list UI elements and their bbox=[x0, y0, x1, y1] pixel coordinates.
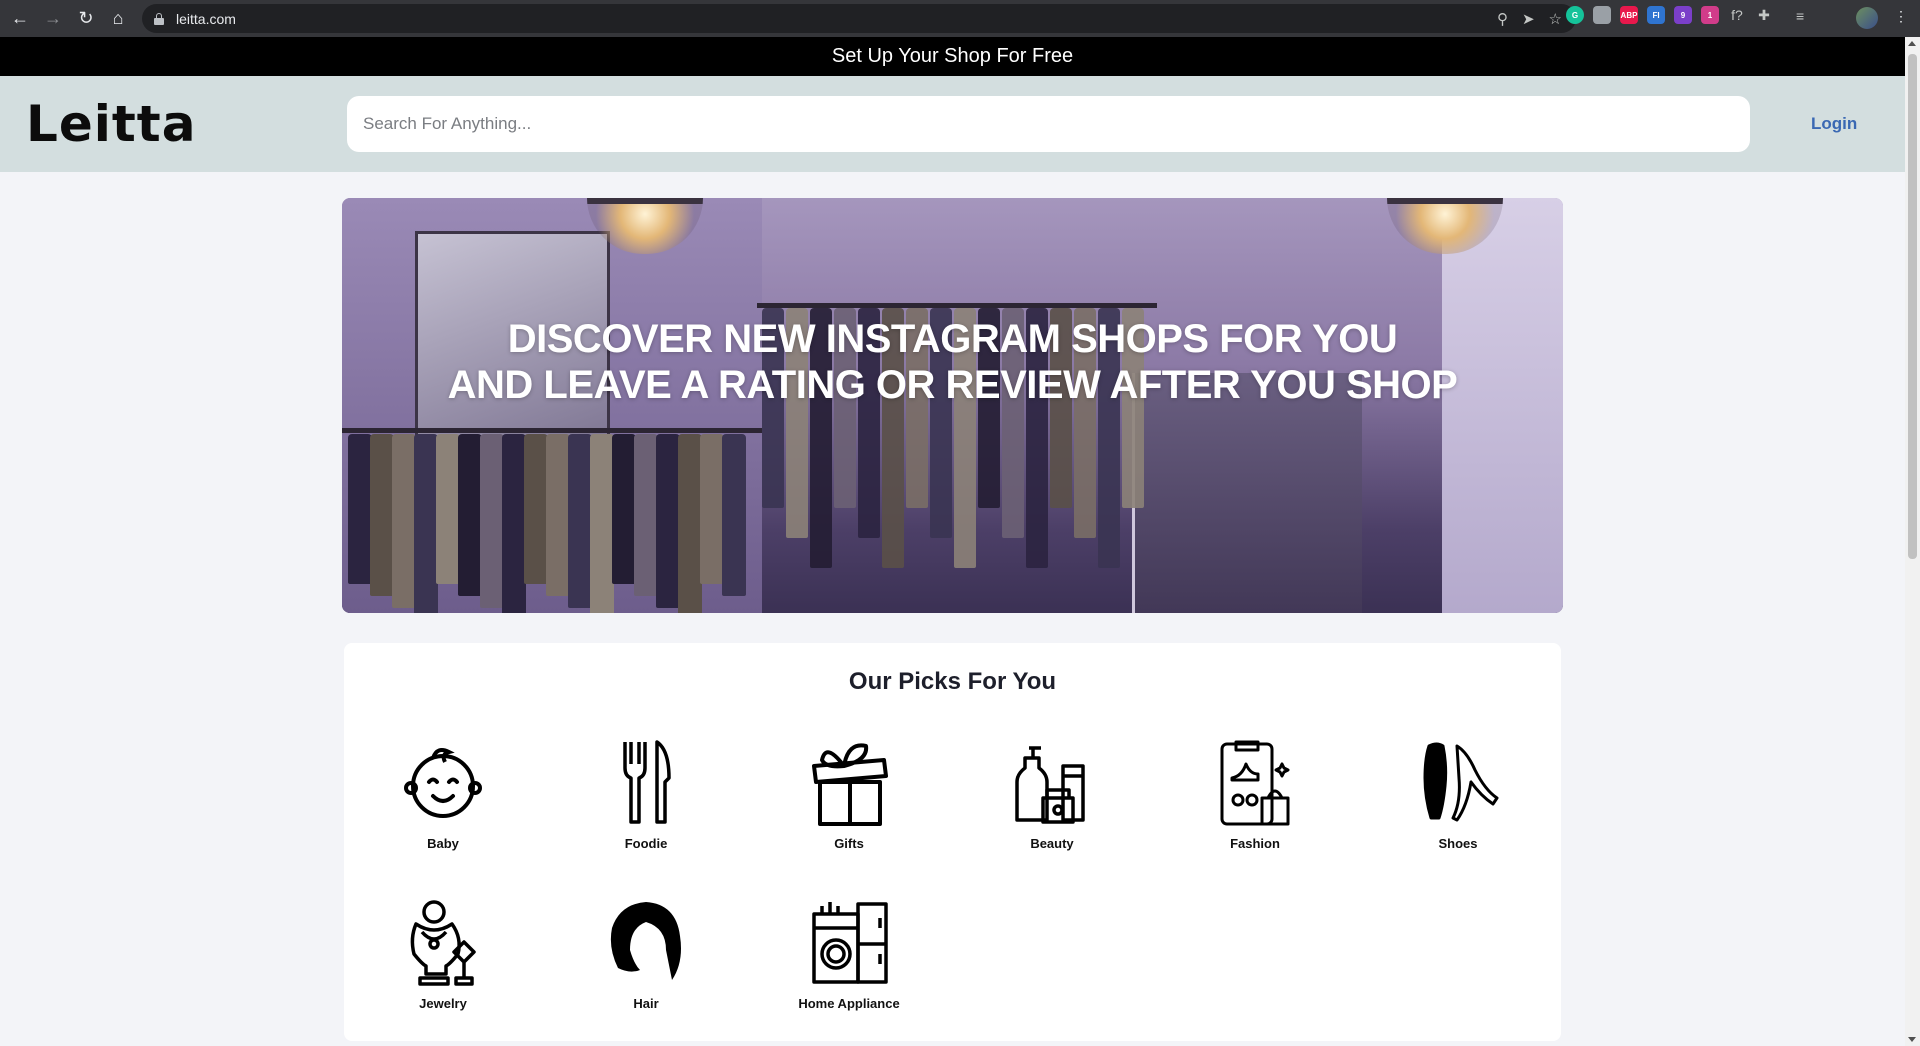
category-label: Hair bbox=[633, 996, 659, 1011]
puzzle-extensions-icon[interactable]: ✚ bbox=[1755, 7, 1773, 24]
hero-garment bbox=[502, 434, 526, 613]
hero-garment bbox=[590, 434, 614, 613]
category-label: Beauty bbox=[1030, 836, 1074, 851]
home-appliance-icon bbox=[804, 898, 894, 988]
category-label: Foodie bbox=[624, 836, 668, 851]
hero-garment bbox=[722, 434, 746, 596]
hero-mirror bbox=[1132, 373, 1362, 613]
hero-garment bbox=[656, 434, 680, 608]
adblock-icon[interactable]: ABP bbox=[1620, 6, 1638, 24]
picks-title: Our Picks For You bbox=[848, 668, 1057, 695]
scroll-up-arrow-icon[interactable] bbox=[1908, 41, 1916, 46]
category-label: Fashion bbox=[1230, 836, 1280, 851]
profile-avatar[interactable] bbox=[1856, 7, 1878, 29]
leitta-logo[interactable]: Leitta bbox=[26, 97, 196, 151]
gift-icon bbox=[804, 738, 894, 828]
scrollbar-thumb[interactable] bbox=[1908, 54, 1917, 559]
hero-garment bbox=[458, 434, 482, 596]
category-label: Baby bbox=[427, 836, 459, 851]
hero-garment bbox=[370, 434, 394, 596]
url-text: leitta.com bbox=[176, 10, 236, 27]
shoes-icon bbox=[1413, 738, 1503, 828]
pink-extension-icon[interactable]: 1 bbox=[1701, 6, 1719, 24]
fork-knife-icon bbox=[601, 738, 691, 828]
hero-garment bbox=[414, 434, 438, 613]
hero-garment bbox=[634, 434, 658, 596]
hero-banner: DISCOVER NEW INSTAGRAM SHOPS FOR YOU AND… bbox=[342, 198, 1563, 613]
jewelry-icon bbox=[398, 898, 488, 988]
category-foodie[interactable]: Foodie bbox=[561, 738, 731, 858]
hero-garment bbox=[348, 434, 372, 584]
category-label: Gifts bbox=[834, 836, 864, 851]
browser-toolbar: ← → ↻ ⌂ leitta.com ⚲ ➤ ☆ G ABP FI 9 1 f? ✚ ≡ ⋮ bbox=[0, 0, 1920, 37]
setup-shop-banner[interactable]: Set Up Your Shop For Free bbox=[0, 37, 1905, 76]
back-arrow-icon[interactable]: ← bbox=[4, 2, 36, 34]
search-input[interactable] bbox=[347, 96, 1750, 152]
hero-heading: DISCOVER NEW INSTAGRAM SHOPS FOR YOU AND… bbox=[342, 316, 1563, 408]
category-label: Shoes bbox=[1438, 836, 1478, 851]
hero-garment bbox=[678, 434, 702, 613]
beauty-products-icon bbox=[1007, 738, 1097, 828]
baby-icon bbox=[398, 738, 488, 828]
hero-garment bbox=[700, 434, 724, 584]
fashion-icon bbox=[1210, 738, 1300, 828]
category-gifts[interactable]: Gifts bbox=[764, 738, 934, 858]
page-scrollbar[interactable] bbox=[1905, 37, 1920, 1046]
login-link[interactable]: Login bbox=[1811, 114, 1857, 134]
category-hair[interactable]: Hair bbox=[561, 898, 731, 1018]
formula-extension-icon[interactable]: f? bbox=[1728, 7, 1746, 23]
kebab-menu-icon[interactable]: ⋮ bbox=[1894, 8, 1908, 25]
hero-line-1: DISCOVER NEW INSTAGRAM SHOPS FOR YOU bbox=[507, 317, 1398, 361]
category-baby[interactable]: Baby bbox=[358, 738, 528, 858]
category-home-appliance[interactable]: Home Appliance bbox=[764, 898, 934, 1018]
reload-icon[interactable]: ↻ bbox=[70, 2, 102, 34]
category-label: Jewelry bbox=[419, 996, 467, 1011]
site-header: Leitta Login bbox=[0, 76, 1905, 172]
lock-icon bbox=[154, 12, 164, 25]
grammarly-icon[interactable]: G bbox=[1566, 6, 1584, 24]
category-label: Home Appliance bbox=[798, 996, 900, 1011]
hero-garment bbox=[524, 434, 548, 584]
scroll-down-arrow-icon[interactable] bbox=[1908, 1037, 1916, 1042]
zoom-icon[interactable]: ⚲ bbox=[1497, 10, 1508, 28]
category-fashion[interactable]: Fashion bbox=[1170, 738, 1340, 858]
hero-line-2: AND LEAVE A RATING OR REVIEW AFTER YOU S… bbox=[447, 363, 1458, 407]
category-jewelry[interactable]: Jewelry bbox=[358, 898, 528, 1018]
clothes-rack bbox=[342, 428, 762, 433]
hero-garment bbox=[392, 434, 416, 608]
banner-text[interactable]: Set Up Your Shop For Free bbox=[832, 45, 1073, 68]
category-beauty[interactable]: Beauty bbox=[967, 738, 1137, 858]
fi-extension-icon[interactable]: FI bbox=[1647, 6, 1665, 24]
hero-garment bbox=[436, 434, 460, 584]
extensions-bar: G ABP FI 9 1 f? ✚ bbox=[1566, 6, 1773, 24]
category-shoes[interactable]: Shoes bbox=[1373, 738, 1543, 858]
reading-list-icon[interactable]: ≡ bbox=[1796, 8, 1804, 24]
purple-extension-icon[interactable]: 9 bbox=[1674, 6, 1692, 24]
hero-garment bbox=[568, 434, 592, 608]
hair-icon bbox=[601, 898, 691, 988]
forward-arrow-icon[interactable]: → bbox=[37, 2, 69, 34]
hero-garment bbox=[480, 434, 504, 608]
hero-garment bbox=[546, 434, 570, 596]
hero-garment bbox=[612, 434, 636, 584]
our-picks-section: Our Picks For You Baby Foodie Gifts Beau… bbox=[344, 643, 1561, 1041]
extension-gray-icon[interactable] bbox=[1593, 6, 1611, 24]
send-icon[interactable]: ➤ bbox=[1522, 10, 1535, 28]
home-icon[interactable]: ⌂ bbox=[102, 2, 134, 34]
bookmark-star-icon[interactable]: ☆ bbox=[1549, 10, 1562, 28]
address-bar[interactable]: leitta.com ⚲ ➤ ☆ bbox=[142, 4, 1576, 33]
